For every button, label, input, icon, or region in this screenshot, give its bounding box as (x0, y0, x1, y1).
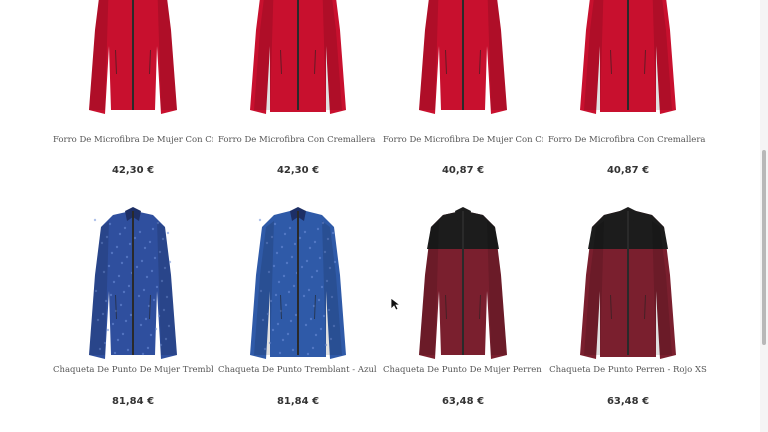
product-grid: Forro De Microfibra De Mujer Con Cr... 42… (0, 0, 760, 432)
product-price: 63,48 € (606, 396, 650, 407)
product-price: 81,84 € (276, 396, 320, 407)
product-image[interactable] (403, 205, 523, 365)
page-scrollbar[interactable] (760, 0, 768, 432)
product-price: 63,48 € (441, 396, 485, 407)
product-title[interactable]: Chaqueta De Punto Perren - Rojo XS (548, 365, 708, 375)
product-price: 81,84 € (111, 396, 155, 407)
product-card[interactable]: Chaqueta De Punto Perren - Rojo XS 63,48 … (548, 0, 708, 407)
scrollbar-thumb[interactable] (762, 150, 766, 345)
product-card[interactable]: Chaqueta De Punto De Mujer Trembl... 81,8… (53, 0, 213, 407)
mouse-pointer-icon (390, 297, 402, 311)
product-title[interactable]: Chaqueta De Punto Tremblant - Azul ... (218, 365, 378, 375)
product-image[interactable] (238, 205, 358, 365)
product-card[interactable]: Chaqueta De Punto Tremblant - Azul ... 81… (218, 0, 378, 407)
product-image[interactable] (568, 205, 688, 365)
product-title[interactable]: Chaqueta De Punto De Mujer Trembl... (53, 365, 213, 375)
product-title[interactable]: Chaqueta De Punto De Mujer Perren -... (383, 365, 543, 375)
product-card[interactable]: Chaqueta De Punto De Mujer Perren -... 63… (383, 0, 543, 407)
product-image[interactable] (73, 205, 193, 365)
